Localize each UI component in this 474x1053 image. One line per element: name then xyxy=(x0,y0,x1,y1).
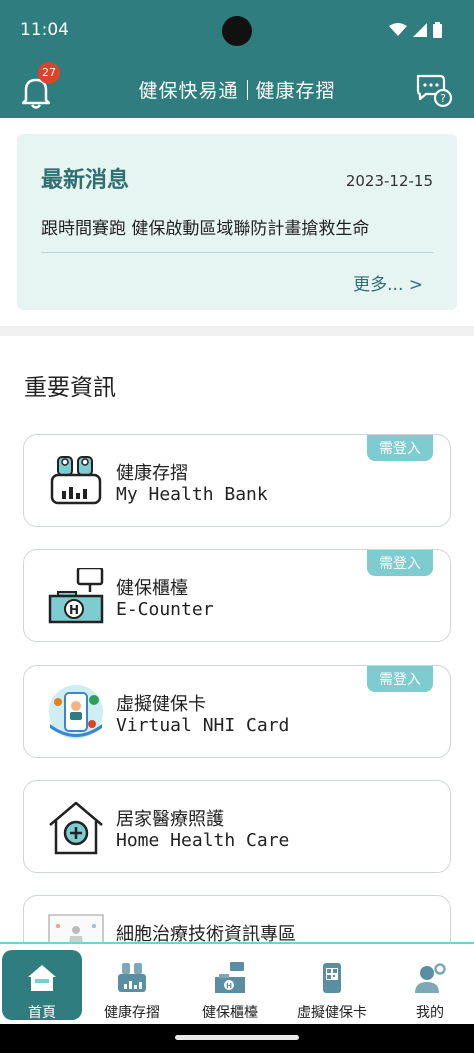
virtual-card-icon xyxy=(49,685,103,739)
news-panel[interactable]: 最新消息 2023-12-15 跟時間賽跑 健保啟動區域聯防計畫搶救生命 更多.… xyxy=(17,134,457,310)
card-my-health-bank[interactable]: 健康存摺 My Health Bank 需登入 xyxy=(23,434,451,527)
health-bank-icon xyxy=(50,456,102,505)
app-bar: 27 健保快易通 健康存摺 ? xyxy=(0,62,474,118)
svg-text:?: ? xyxy=(440,92,446,105)
e-counter-icon: H xyxy=(48,568,104,624)
card-title-en: Virtual NHI Card xyxy=(116,715,290,736)
system-icons xyxy=(389,22,442,38)
nav-label: 我的 xyxy=(416,1005,444,1021)
card-title-en: My Health Bank xyxy=(116,484,268,505)
news-item[interactable]: 跟時間賽跑 健保啟動區域聯防計畫搶救生命 xyxy=(41,214,369,239)
wifi-icon xyxy=(389,23,407,36)
home-icon xyxy=(28,965,56,991)
section-divider xyxy=(0,326,474,336)
nav-virtual-card[interactable]: 虛擬健保卡 xyxy=(292,950,372,1021)
nav-label: 虛擬健保卡 xyxy=(297,1005,367,1021)
status-time: 11:04 xyxy=(20,20,69,40)
battery-icon xyxy=(433,22,442,38)
card-e-counter[interactable]: H 健保櫃檯 E-Counter 需登入 xyxy=(23,549,451,642)
camera-cutout xyxy=(222,16,252,46)
section-title: 重要資訊 xyxy=(24,375,116,401)
app-name: 健保快易通 xyxy=(138,80,239,102)
card-title-zh: 健保櫃檯 xyxy=(116,578,188,599)
card-home-health-care[interactable]: 居家醫療照護 Home Health Care xyxy=(23,780,451,873)
status-bar: 11:04 xyxy=(0,0,474,62)
login-required-tag: 需登入 xyxy=(367,666,433,692)
health-bank-icon xyxy=(118,963,146,992)
news-date: 2023-12-15 xyxy=(345,172,433,190)
nav-profile[interactable]: 我的 xyxy=(390,950,470,1021)
chat-help-icon[interactable]: ? xyxy=(414,70,454,110)
card-title-en: Home Health Care xyxy=(116,830,290,851)
page-name: 健康存摺 xyxy=(255,80,336,102)
card-title-zh: 虛擬健保卡 xyxy=(116,694,206,715)
page-title: 健保快易通 健康存摺 xyxy=(0,76,474,103)
nav-home[interactable]: 首頁 xyxy=(2,950,82,1021)
card-virtual-nhi-card[interactable]: 虛擬健保卡 Virtual NHI Card 需登入 xyxy=(23,665,451,758)
news-more-link[interactable]: 更多... > xyxy=(353,270,423,295)
card-title-zh: 居家醫療照護 xyxy=(116,809,224,830)
svg-text:H: H xyxy=(69,603,79,617)
profile-icon xyxy=(415,963,446,993)
news-heading: 最新消息 xyxy=(41,168,130,193)
bottom-navigation: 首頁 健康存摺 H 健保櫃檯 虛擬健保卡 我的 xyxy=(0,942,474,1024)
virtual-card-icon xyxy=(323,963,341,993)
login-required-tag: 需登入 xyxy=(367,550,433,576)
signal-icon xyxy=(413,23,427,37)
nav-e-counter[interactable]: H 健保櫃檯 xyxy=(190,950,270,1021)
home-gesture-handle[interactable] xyxy=(175,1035,299,1040)
title-separator xyxy=(246,80,248,100)
login-required-tag: 需登入 xyxy=(367,435,433,461)
nav-health-bank[interactable]: 健康存摺 xyxy=(92,950,172,1021)
news-divider xyxy=(41,252,433,253)
svg-text:H: H xyxy=(226,982,232,990)
card-title-en: E-Counter xyxy=(116,599,214,620)
home-care-icon xyxy=(49,801,103,855)
gesture-bar-area xyxy=(0,1024,474,1053)
nav-label: 健保櫃檯 xyxy=(202,1005,258,1021)
nav-label: 健康存摺 xyxy=(104,1005,160,1021)
card-title-zh: 健康存摺 xyxy=(116,463,188,484)
e-counter-icon: H xyxy=(215,962,245,993)
nav-label: 首頁 xyxy=(28,1005,56,1021)
